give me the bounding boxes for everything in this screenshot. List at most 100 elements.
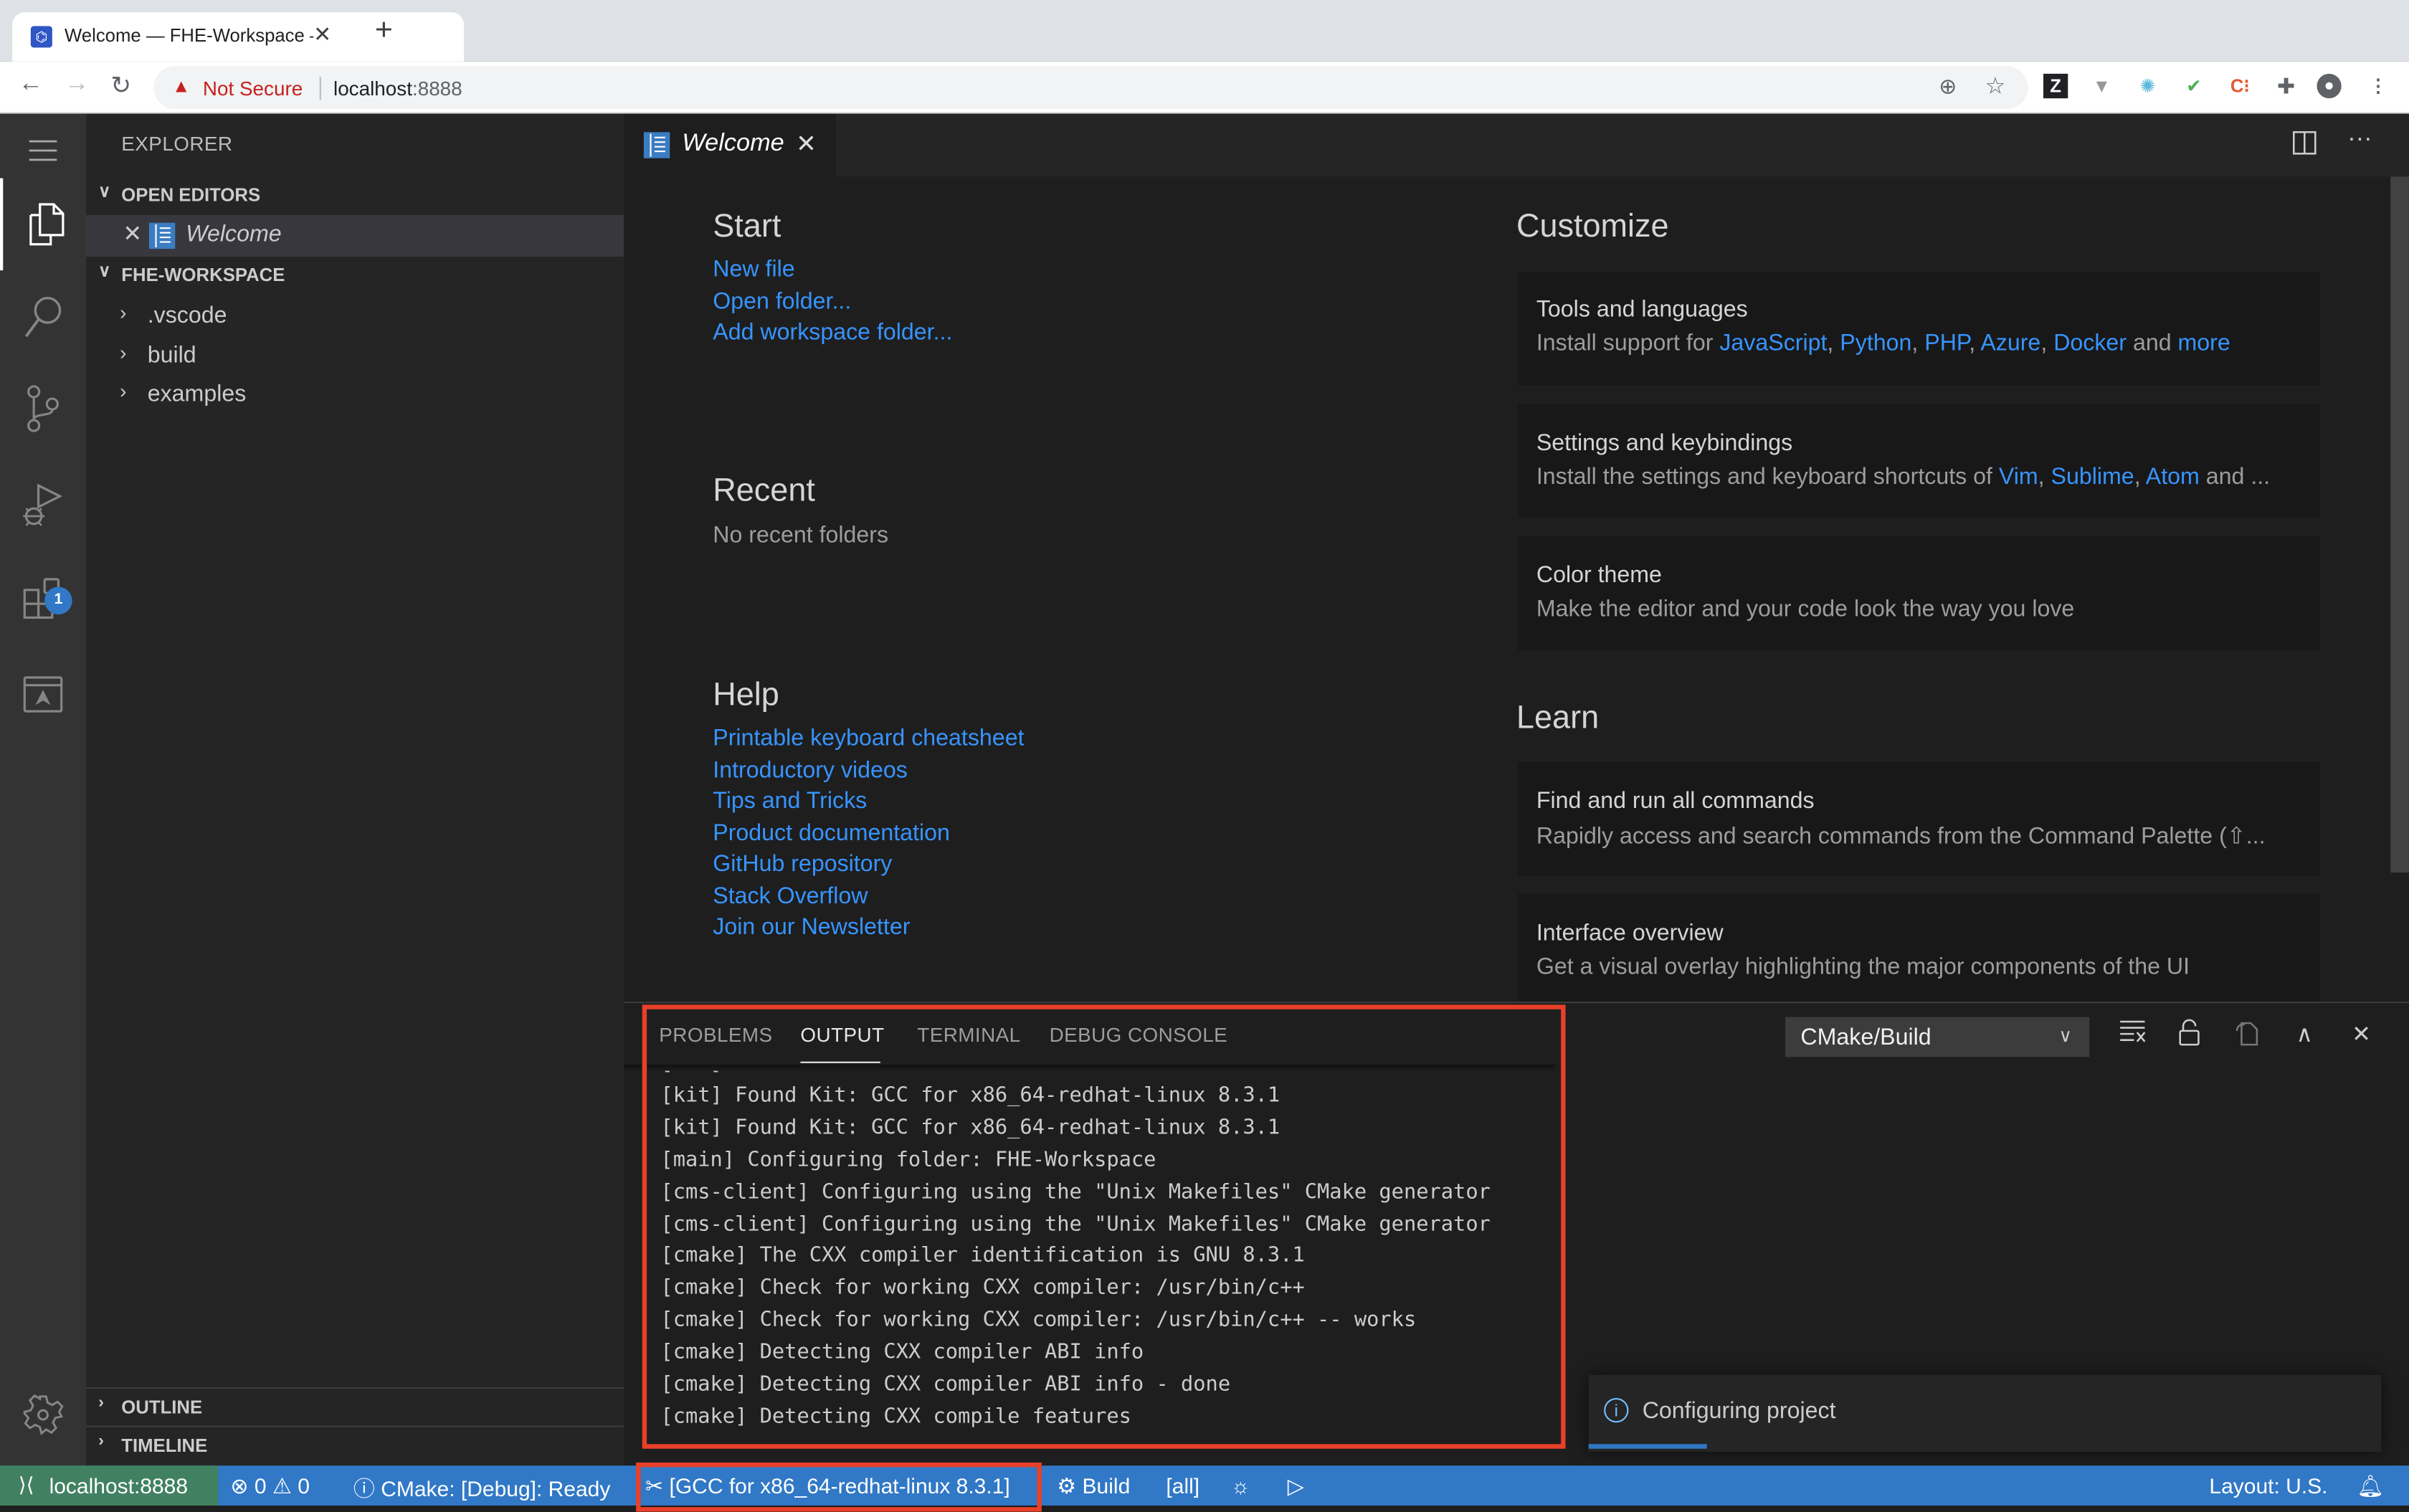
source-control-icon[interactable] (0, 366, 86, 452)
welcome-page-icon (148, 222, 176, 249)
maximize-panel-icon[interactable]: ∧ (2288, 1019, 2322, 1052)
split-editor-icon[interactable] (2292, 130, 2317, 163)
editor-scrollbar[interactable] (2390, 176, 2409, 873)
start-heading: Start (713, 209, 781, 244)
run-play-icon[interactable]: ▷ (1288, 1473, 1304, 1499)
reload-icon[interactable]: ↻ (110, 71, 131, 102)
build-target-selector[interactable]: [all] (1166, 1473, 1199, 1498)
browser-menu-icon[interactable]: ⋮ (2366, 74, 2390, 98)
output-channel-select[interactable]: CMake/Build ∨ (1785, 1017, 2090, 1057)
back-icon[interactable]: ← (19, 71, 43, 99)
problems-indicator[interactable]: ⊗ 0 ⚠ 0 (230, 1473, 309, 1499)
zoom-icon[interactable]: ⊕ (1939, 74, 1957, 100)
build-button[interactable]: ⚙ Build (1057, 1473, 1130, 1499)
settings-gear-icon[interactable] (0, 1377, 86, 1453)
interface-overview-card[interactable]: Interface overview Get a visual overlay … (1518, 894, 2320, 1002)
close-panel-icon[interactable]: ✕ (2344, 1019, 2378, 1052)
zotero-extension-icon[interactable]: Z (2043, 73, 2068, 99)
keyboard-layout[interactable]: Layout: U.S. (2209, 1473, 2327, 1498)
warning-icon: ⚠ (272, 1473, 292, 1498)
close-icon[interactable]: ✕ (123, 219, 142, 247)
c-extension-icon[interactable]: C⁝ (2228, 74, 2252, 98)
menu-icon[interactable] (0, 114, 86, 188)
clear-output-icon[interactable] (2116, 1019, 2149, 1052)
folder-item[interactable]: › build (86, 336, 624, 376)
notifications-bell-icon[interactable]: 🔔︎ (2357, 1473, 2384, 1499)
sublime-link[interactable]: Sublime (2051, 464, 2134, 490)
chevron-right-icon: › (120, 301, 127, 325)
docs-link[interactable]: Product documentation (713, 818, 1024, 850)
chevron-right-icon: › (98, 1393, 105, 1412)
remote-indicator[interactable]: ⟩⟨ localhost:8888 (0, 1465, 219, 1506)
more-actions-icon[interactable]: ··· (2347, 126, 2372, 154)
vim-link[interactable]: Vim (1999, 464, 2038, 490)
vscode-favicon-icon: ⌬ (30, 26, 52, 48)
close-tab-icon[interactable]: ✕ (313, 22, 331, 47)
extensions-puzzle-icon[interactable]: ✚ (2273, 74, 2298, 98)
forward-icon[interactable]: → (65, 71, 89, 99)
watson-extension-icon[interactable]: ✺ (2136, 74, 2160, 98)
workspace-header[interactable]: ∨ FHE-WORKSPACE (86, 257, 624, 293)
tips-link[interactable]: Tips and Tricks (713, 786, 1024, 818)
chevron-right-icon: › (98, 1432, 105, 1450)
run-debug-icon[interactable] (0, 461, 86, 547)
card-title: Find and run all commands (1536, 788, 1815, 814)
address-bar[interactable]: ▲ Not Secure localhost:8888 ⊕ ☆ (153, 66, 2028, 110)
tab-welcome[interactable]: Welcome ✕ (624, 113, 836, 177)
bookmark-star-icon[interactable]: ☆ (1985, 72, 2006, 100)
debug-bug-icon[interactable]: ☼ (1230, 1473, 1250, 1498)
atom-link[interactable]: Atom (2146, 464, 2200, 490)
cmake-status[interactable]: ⓘ CMake: [Debug]: Ready (353, 1473, 610, 1504)
browser-tabstrip: ⌬ Welcome — FHE-Workspace — Code ✕ + (0, 0, 2409, 62)
find-commands-card[interactable]: Find and run all commands Rapidly access… (1518, 761, 2320, 876)
open-log-file-icon[interactable] (2229, 1019, 2263, 1052)
chevron-right-icon: › (120, 379, 127, 403)
explorer-icon[interactable] (0, 178, 89, 271)
github-link[interactable]: GitHub repository (713, 850, 1024, 881)
outline-header[interactable]: › OUTLINE (86, 1389, 624, 1425)
open-folder-link[interactable]: Open folder... (713, 287, 952, 318)
cmake-kit-selector[interactable]: ✂ [GCC for x86_64-redhat-linux 8.3.1] (645, 1473, 1010, 1499)
not-secure-label[interactable]: Not Secure (203, 77, 303, 100)
open-editors-header[interactable]: ∨ OPEN EDITORS (86, 176, 624, 213)
timeline-header[interactable]: › TIMELINE (86, 1427, 624, 1464)
error-icon: ⊗ (230, 1473, 249, 1498)
remote-icon: ⟩⟨ (18, 1473, 34, 1497)
extensions-badge: 1 (44, 586, 72, 615)
new-file-link[interactable]: New file (713, 255, 952, 287)
color-check-extension-icon[interactable]: ✔ (2182, 74, 2206, 98)
no-recent-text: No recent folders (713, 522, 889, 548)
vue-extension-icon[interactable]: ▼ (2089, 74, 2114, 98)
browser-tab[interactable]: ⌬ Welcome — FHE-Workspace — Code ✕ (12, 12, 465, 62)
url-text[interactable]: localhost:8888 (333, 77, 462, 100)
welcome-page-icon (643, 132, 670, 158)
search-icon[interactable] (0, 273, 86, 359)
folder-item[interactable]: › examples (86, 375, 624, 415)
azure-link[interactable]: Azure (1980, 331, 2040, 356)
color-theme-card[interactable]: Color theme Make the editor and your cod… (1518, 536, 2320, 650)
python-link[interactable]: Python (1840, 331, 1911, 356)
info-icon: i (1604, 1397, 1629, 1423)
close-tab-icon[interactable]: ✕ (796, 129, 817, 160)
cheatsheet-link[interactable]: Printable keyboard cheatsheet (713, 723, 1024, 755)
folder-item[interactable]: › .vscode (86, 297, 624, 337)
videos-link[interactable]: Introductory videos (713, 755, 1024, 786)
javascript-link[interactable]: JavaScript (1719, 331, 1827, 356)
settings-keybindings-card[interactable]: Settings and keybindings Install the set… (1518, 404, 2320, 518)
remote-explorer-icon[interactable] (0, 652, 86, 738)
extensions-icon[interactable]: 1 (0, 556, 86, 642)
newsletter-link[interactable]: Join our Newsletter (713, 913, 1024, 944)
stackoverflow-link[interactable]: Stack Overflow (713, 881, 1024, 913)
tools-languages-card[interactable]: Tools and languages Install support for … (1518, 272, 2320, 386)
add-workspace-folder-link[interactable]: Add workspace folder... (713, 318, 952, 350)
php-link[interactable]: PHP (1924, 331, 1969, 356)
notification-toast[interactable]: i Configuring project (1588, 1374, 2382, 1452)
card-title: Tools and languages (1536, 296, 1748, 323)
docker-link[interactable]: Docker (2053, 331, 2127, 356)
profile-avatar-icon[interactable]: ● (2317, 73, 2342, 99)
new-tab-button[interactable]: + (375, 15, 393, 46)
more-link[interactable]: more (2178, 331, 2230, 356)
open-editor-item[interactable]: ✕ Welcome (86, 215, 624, 255)
lock-scroll-icon[interactable] (2172, 1019, 2206, 1052)
remote-host: localhost:8888 (49, 1473, 189, 1498)
